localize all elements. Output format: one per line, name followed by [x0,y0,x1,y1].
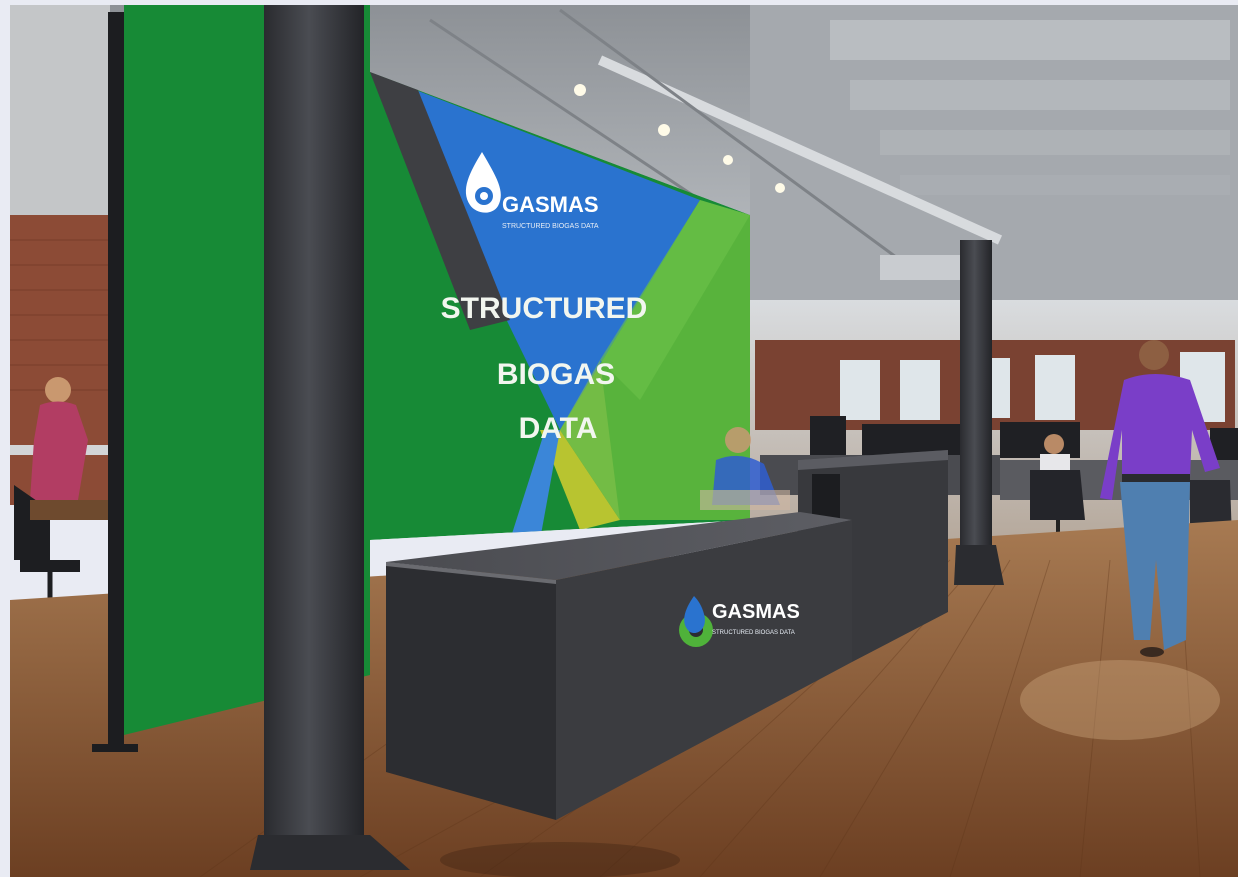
headline-line-2: BIOGAS [497,358,615,391]
headline-line-1: STRUCTURED [441,292,648,325]
desk-brand-text: GASMAS [712,601,800,623]
wall-tagline-text: STRUCTURED BIOGAS DATA [502,223,599,230]
wall-brand-text: GASMAS [502,192,599,217]
photo-canvas: GASMAS STRUCTURED BIOGAS DATA STRUCTURED… [0,0,1238,877]
office-reception-photo: GASMAS STRUCTURED BIOGAS DATA STRUCTURED… [0,0,1238,877]
desk-tagline-text: STRUCTURED BIOGAS DATA [712,630,795,636]
headline-line-3: DATA [519,412,598,445]
